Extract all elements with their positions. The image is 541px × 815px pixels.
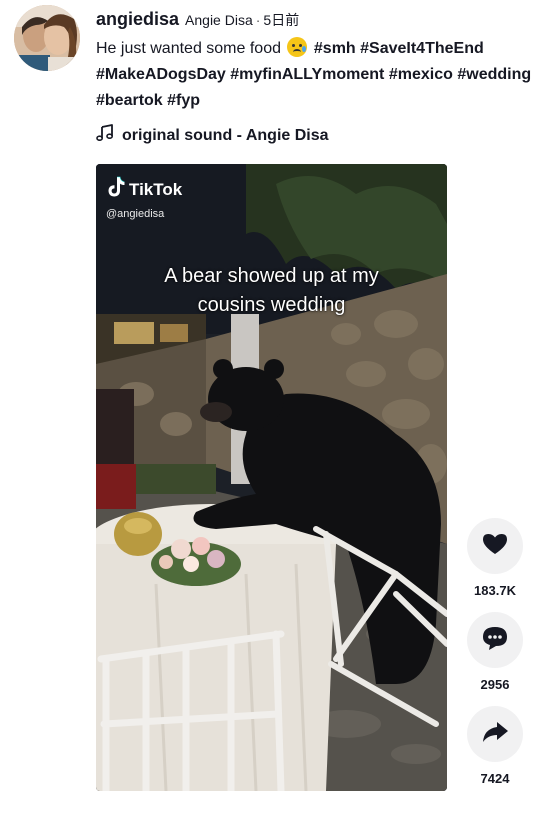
video-frame (96, 164, 447, 791)
share-arrow-icon (481, 720, 509, 749)
caption-line-1: He just wanted some food #smh #SaveIt4Th… (96, 36, 541, 62)
caption-text: He just wanted some food (96, 40, 286, 57)
share-count: 7424 (480, 771, 510, 786)
separator-dot: · (255, 12, 261, 28)
author-nickname[interactable]: Angie Disa (185, 12, 253, 28)
hashtag-link[interactable]: #smh (314, 40, 356, 57)
comment-count: 2956 (480, 677, 510, 692)
hashtag-link[interactable]: #SaveIt4TheEnd (360, 40, 484, 57)
post-time: 5日前 (263, 12, 300, 28)
sound-label: original sound - Angie Disa (122, 126, 329, 144)
caption-line-3: #beartok #fyp (96, 88, 541, 114)
author-username[interactable]: angiedisa (96, 9, 179, 29)
hashtag-link[interactable]: #myfinALLYmoment (230, 66, 384, 83)
action-bar: 183.7K 2956 7424 (466, 518, 524, 800)
comment-button[interactable] (467, 612, 523, 668)
sound-link[interactable]: original sound - Angie Disa (96, 124, 329, 147)
watermark-handle: @angiedisa (106, 208, 165, 220)
like-count: 183.7K (474, 583, 516, 598)
hashtag-link[interactable]: #wedding (457, 66, 531, 83)
overlay-line: cousins wedding (197, 294, 346, 316)
post-caption: He just wanted some food #smh #SaveIt4Th… (96, 36, 541, 114)
caption-line-2: #MakeADogsDay #myfinALLYmoment #mexico #… (96, 62, 541, 88)
like-button[interactable] (467, 518, 523, 574)
avatar-photo (14, 5, 80, 71)
hashtag-link[interactable]: #MakeADogsDay (96, 66, 226, 83)
watermark-brand: TikTok (129, 179, 183, 199)
hashtag-link[interactable]: #mexico (389, 66, 453, 83)
video-player[interactable]: TikTok @angiedisa A bear showed up at my… (96, 164, 447, 791)
comment-icon (481, 625, 509, 656)
music-note-icon (96, 124, 114, 147)
share-button[interactable] (467, 706, 523, 762)
tiktok-watermark: TikTok @angiedisa (106, 176, 182, 220)
heart-icon (482, 532, 508, 561)
tiktok-logo-icon (106, 176, 126, 203)
video-caption-overlay: A bear showed up at my cousins wedding (96, 262, 447, 320)
hashtag-link[interactable]: #beartok (96, 92, 163, 109)
sad-tear-emoji-icon (287, 37, 308, 57)
post-header: angiedisa Angie Disa · 5日前 (96, 9, 299, 30)
overlay-line: A bear showed up at my (164, 265, 379, 287)
avatar[interactable] (14, 5, 80, 71)
hashtag-link[interactable]: #fyp (167, 92, 200, 109)
